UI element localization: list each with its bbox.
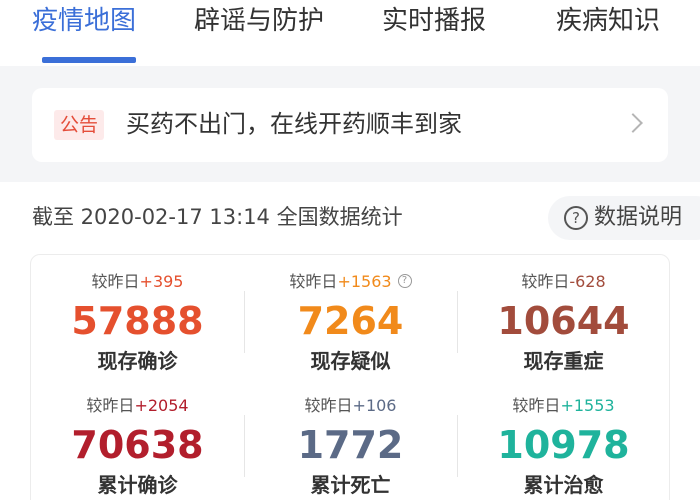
stat-value: 10978 [497,423,630,467]
stat-label: 现存重症 [523,349,604,373]
delta-prefix: 较昨日 [86,396,135,415]
tab-rumors-protection[interactable]: 辟谣与防护 [194,4,324,38]
stat-delta: 较昨日+106 [244,395,457,417]
tab-epidemic-map[interactable]: 疫情地图 [32,4,136,38]
stat-delta: 较昨日+1563? [244,271,457,293]
chevron-right-icon [623,113,643,133]
stat-value: 10644 [497,299,630,343]
delta-prefix: 较昨日 [304,396,353,415]
stat-value: 7264 [297,299,404,343]
delta-value: -628 [569,272,606,291]
stats-section: 截至 2020-02-17 13:14 全国数据统计 ? 数据说明 较昨日+39… [0,182,700,500]
notice-badge: 公告 [54,110,105,140]
stat-current-suspected: 较昨日+1563? 7264 现存疑似 [244,271,457,375]
stat-delta: 较昨日+2054 [31,395,244,417]
delta-prefix: 较昨日 [512,396,561,415]
delta-value: +106 [352,396,397,415]
stat-delta: 较昨日+1553 [457,395,670,417]
tab-live-report[interactable]: 实时播报 [382,4,486,38]
stat-total-deaths: 较昨日+106 1772 累计死亡 [244,395,457,499]
tab-bar: 疫情地图 辟谣与防护 实时播报 疾病知识 [0,0,700,66]
stat-current-confirmed: 较昨日+395 57888 现存确诊 [31,271,244,375]
delta-value: +2054 [134,396,189,415]
stat-value: 57888 [71,299,204,343]
stats-card: 较昨日+395 57888 现存确诊 较昨日+1563? 7264 现存疑似 较… [30,254,670,500]
stat-label: 现存确诊 [97,349,178,373]
delta-prefix: 较昨日 [521,272,570,291]
stat-label: 累计死亡 [310,473,391,497]
stat-value: 70638 [71,423,204,467]
stat-label: 现存疑似 [310,349,391,373]
stat-label: 累计治愈 [523,473,604,497]
question-circle-icon[interactable]: ? [397,274,412,288]
stat-delta: 较昨日-628 [457,271,670,293]
delta-value: +1563 [337,272,392,291]
stat-label: 累计确诊 [97,473,178,497]
data-explanation-label: 数据说明 [594,205,683,230]
notice-banner[interactable]: 公告 买药不出门，在线开药顺丰到家 [32,88,668,162]
delta-prefix: 较昨日 [289,272,338,291]
stat-total-confirmed: 较昨日+2054 70638 累计确诊 [31,395,244,499]
delta-value: +1553 [560,396,615,415]
question-circle-icon: ? [564,206,588,230]
active-tab-indicator [42,57,136,63]
stat-delta: 较昨日+395 [31,271,244,293]
delta-value: +395 [139,272,184,291]
delta-prefix: 较昨日 [91,272,140,291]
stat-current-severe: 较昨日-628 10644 现存重症 [457,271,670,375]
stats-as-of: 截至 2020-02-17 13:14 全国数据统计 [32,205,403,229]
data-explanation-button[interactable]: ? 数据说明 [548,196,700,240]
app-root: 疫情地图 辟谣与防护 实时播报 疾病知识 公告 买药不出门，在线开药顺丰到家 截… [0,0,700,500]
stat-total-recovered: 较昨日+1553 10978 累计治愈 [457,395,670,499]
stat-value: 1772 [297,423,404,467]
tab-disease-knowledge[interactable]: 疾病知识 [556,4,660,38]
notice-text: 买药不出门，在线开药顺丰到家 [126,110,462,138]
